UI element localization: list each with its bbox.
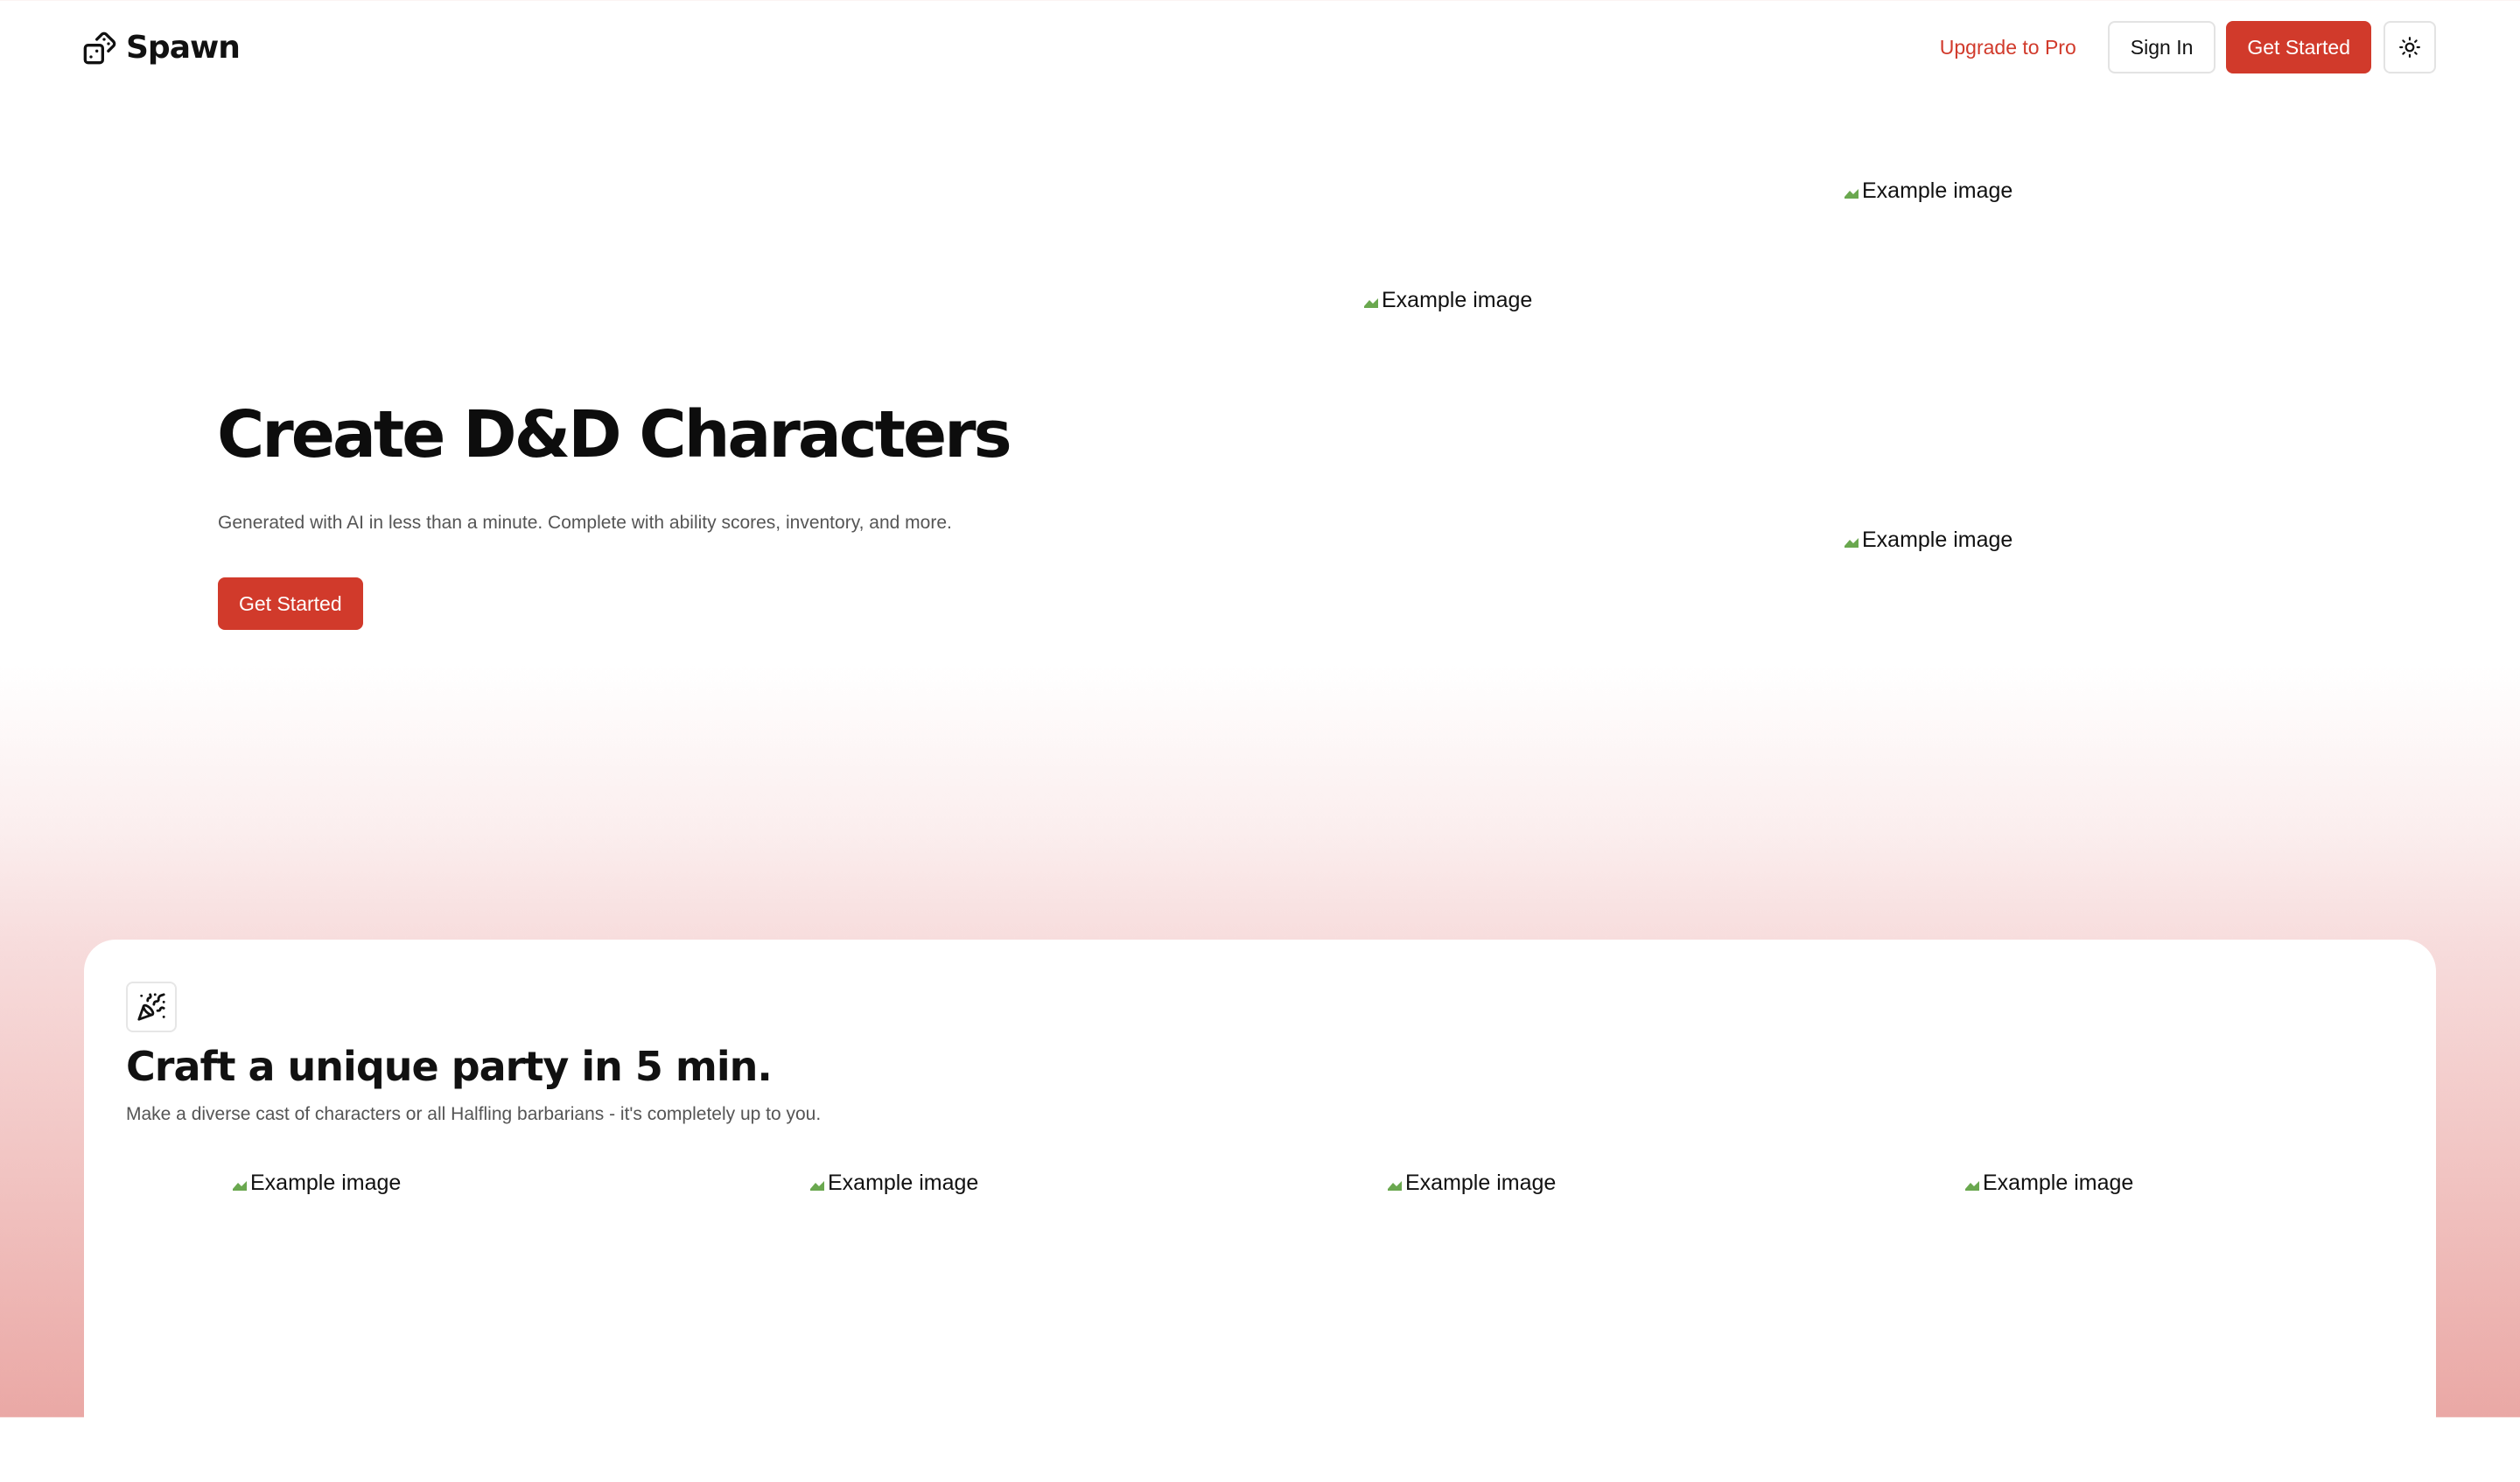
sign-in-button[interactable]: Sign In <box>2107 21 2216 73</box>
image-alt-text: Example image <box>1382 288 1533 312</box>
broken-image-icon <box>1388 1180 1402 1191</box>
image-alt-text: Example image <box>250 1171 402 1195</box>
broken-image-icon <box>1844 537 1858 548</box>
top-navbar: Spawn Upgrade to Pro Sign In Get Started <box>0 0 2520 94</box>
image-alt-text: Example image <box>1405 1171 1557 1195</box>
image-alt-text: Example image <box>1862 178 2013 203</box>
sun-icon <box>2399 37 2420 58</box>
feature-subtitle: Make a diverse cast of characters or all… <box>126 1104 822 1124</box>
header-get-started-button[interactable]: Get Started <box>2226 21 2371 73</box>
hero-get-started-button[interactable]: Get Started <box>218 577 363 630</box>
party-example-image: Example image <box>1964 1171 2133 1196</box>
feature-title: Craft a unique party in 5 min. <box>126 1043 773 1090</box>
hero-subtitle: Generated with AI in less than a minute.… <box>218 513 952 533</box>
broken-image-icon <box>810 1180 824 1191</box>
brand-name: Spawn <box>126 30 241 66</box>
dice-icon <box>83 31 116 64</box>
hero-example-image: Example image <box>1362 288 1532 313</box>
hero-example-image: Example image <box>1843 178 2012 204</box>
party-example-image: Example image <box>231 1171 401 1196</box>
broken-image-icon <box>1965 1180 1979 1191</box>
theme-toggle-button[interactable] <box>2384 21 2436 73</box>
image-alt-text: Example image <box>1983 1171 2134 1195</box>
hero-title: Create D&D Characters <box>217 397 1012 472</box>
image-alt-text: Example image <box>828 1171 979 1195</box>
party-feature-card: Craft a unique party in 5 min. Make a di… <box>84 940 2436 1482</box>
party-popper-icon <box>137 993 165 1021</box>
hero-example-image: Example image <box>1843 528 2012 553</box>
image-alt-text: Example image <box>1862 528 2013 552</box>
brand-logo[interactable]: Spawn <box>82 30 241 66</box>
broken-image-icon <box>233 1180 247 1191</box>
feature-icon-box <box>126 982 177 1032</box>
broken-image-icon <box>1844 188 1858 199</box>
party-example-image: Example image <box>1386 1171 1556 1196</box>
header-nav: Upgrade to Pro Sign In Get Started <box>1940 21 2436 73</box>
upgrade-to-pro-link[interactable]: Upgrade to Pro <box>1940 36 2076 59</box>
broken-image-icon <box>1364 297 1378 308</box>
party-example-image: Example image <box>808 1171 978 1196</box>
